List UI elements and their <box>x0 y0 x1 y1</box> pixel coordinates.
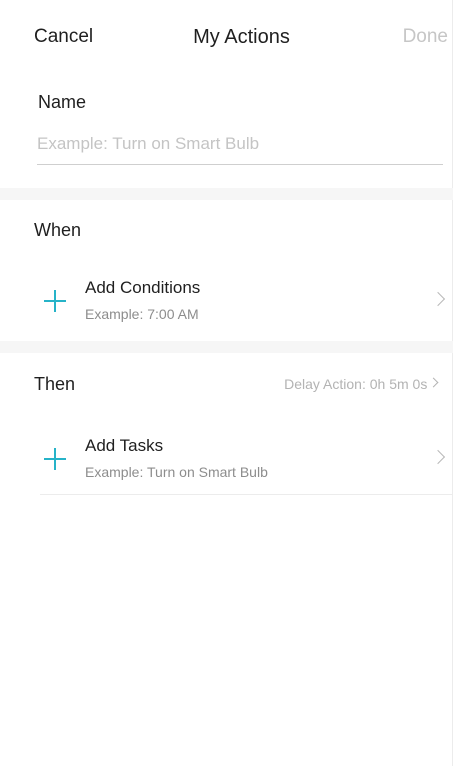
name-label: Name <box>38 92 87 112</box>
done-button[interactable]: Done <box>403 26 448 48</box>
then-section-title: Then <box>34 374 76 394</box>
add-tasks-row[interactable]: Add Tasks Example: Turn on Smart Bulb <box>0 428 453 490</box>
section-separator <box>0 341 453 353</box>
my-actions-screen: Cancel My Actions Done Name When Add Con… <box>0 0 453 766</box>
add-tasks-title: Add Tasks <box>85 436 164 455</box>
delay-action-label: Delay Action: 0h 5m 0s <box>284 376 428 392</box>
add-tasks-example: Example: Turn on Smart Bulb <box>85 464 268 480</box>
chevron-right-icon <box>430 449 446 465</box>
chevron-right-icon <box>430 291 446 307</box>
navigation-bar: Cancel My Actions Done <box>0 0 453 72</box>
section-separator <box>0 188 453 200</box>
add-conditions-row[interactable]: Add Conditions Example: 7:00 AM <box>0 270 453 332</box>
plus-icon <box>44 290 66 312</box>
when-section-title: When <box>34 220 82 240</box>
divider <box>40 494 453 495</box>
delay-action-button[interactable]: Delay Action: 0h 5m 0s <box>284 376 439 392</box>
plus-icon <box>44 448 66 470</box>
add-conditions-example: Example: 7:00 AM <box>85 306 199 322</box>
add-conditions-title: Add Conditions <box>85 278 201 297</box>
name-input[interactable] <box>37 128 443 165</box>
page-title: My Actions <box>193 26 290 48</box>
